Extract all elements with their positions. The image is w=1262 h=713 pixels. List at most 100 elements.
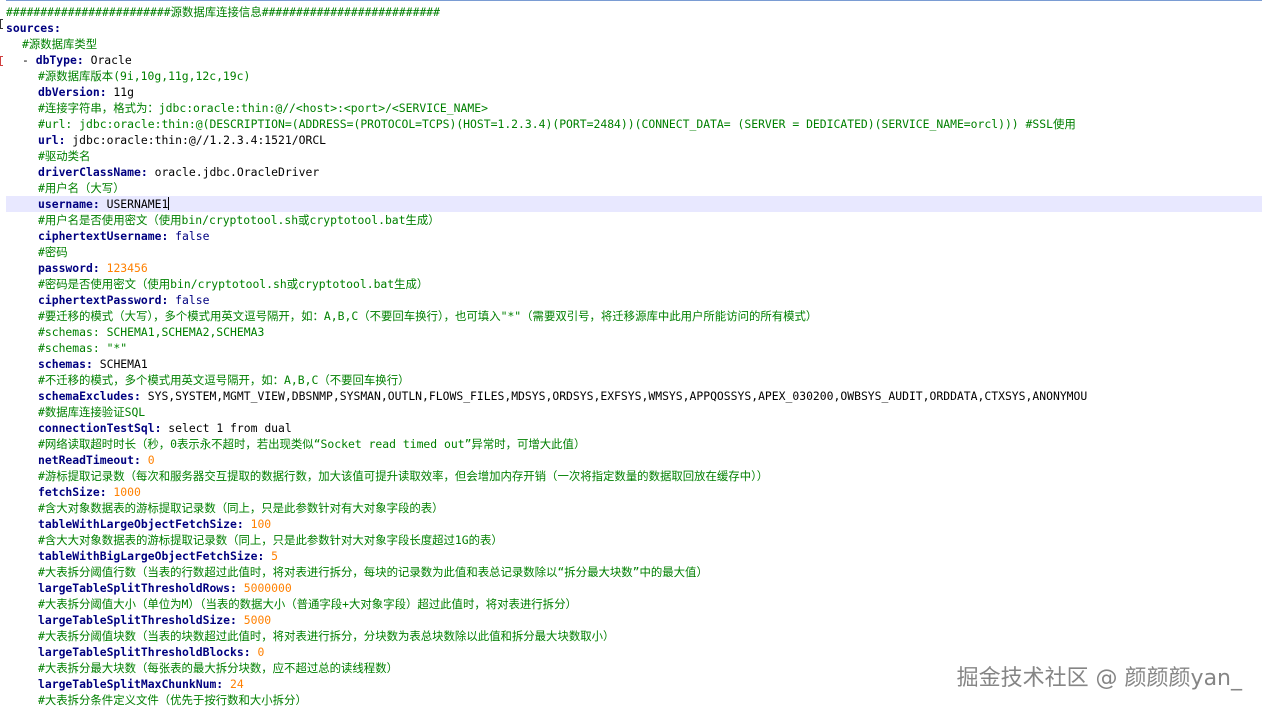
comment-line[interactable]: #含大大对象数据表的游标提取记录数（同上，只是此参数针对大对象字段长度超过1G的…: [6, 532, 1262, 548]
comment-line[interactable]: #源数据库类型: [6, 36, 1262, 52]
code-line[interactable]: url: jdbc:oracle:thin:@//1.2.3.4:1521/OR…: [6, 132, 1262, 148]
comment-text: #含大大对象数据表的游标提取记录数（同上，只是此参数针对大对象字段长度超过1G的…: [38, 533, 503, 547]
comment-line[interactable]: #驱动类名: [6, 148, 1262, 164]
yaml-value: 5000000: [236, 581, 292, 595]
code-line[interactable]: sources:: [6, 20, 1262, 36]
list-dash: -: [22, 53, 36, 67]
comment-text: #大表拆分最大块数（每张表的最大拆分块数，应不超过总的读线程数）: [38, 661, 398, 675]
yaml-value: SYS,SYSTEM,MGMT_VIEW,DBSNMP,SYSMAN,OUTLN…: [140, 389, 1088, 403]
yaml-value: false: [168, 229, 210, 243]
yaml-key: tableWithBigLargeObjectFetchSize:: [38, 549, 265, 563]
comment-line[interactable]: #源数据库版本(9i,10g,11g,12c,19c): [6, 68, 1262, 84]
comment-line[interactable]: #大表拆分阈值大小（单位为M）（当表的数据大小（普通字段+大对象字段）超过此值时…: [6, 596, 1262, 612]
comment-line[interactable]: #密码: [6, 244, 1262, 260]
comment-line[interactable]: #要迁移的模式（大写），多个模式用英文逗号隔开，如：A,B,C（不要回车换行），…: [6, 308, 1262, 324]
yaml-value: select 1 from dual: [161, 421, 292, 435]
code-line[interactable]: password: 123456: [6, 260, 1262, 276]
yaml-value: 123456: [99, 261, 148, 275]
yaml-value: 0: [250, 645, 265, 659]
comment-text: #要迁移的模式（大写），多个模式用英文逗号隔开，如：A,B,C（不要回车换行），…: [38, 309, 818, 323]
comment-line[interactable]: ########################源数据库连接信息########…: [6, 4, 1262, 20]
comment-line[interactable]: #schemas: SCHEMA1,SCHEMA2,SCHEMA3: [6, 324, 1262, 340]
code-line[interactable]: dbVersion: 11g: [6, 84, 1262, 100]
code-line[interactable]: ciphertextUsername: false: [6, 228, 1262, 244]
comment-line[interactable]: #连接字符串，格式为：jdbc:oracle:thin:@//<host>:<p…: [6, 100, 1262, 116]
yaml-key: driverClassName:: [38, 165, 148, 179]
comment-text: #用户名（大写）: [38, 181, 125, 195]
yaml-value: false: [168, 293, 210, 307]
comment-text: #用户名是否使用密文（使用bin/cryptotool.sh或cryptotoo…: [38, 213, 440, 227]
comment-text: #连接字符串，格式为：jdbc:oracle:thin:@//<host>:<p…: [38, 101, 488, 115]
comment-line[interactable]: #大表拆分阈值块数（当表的块数超过此值时，将对表进行拆分，分块数为表总块数除以此…: [6, 628, 1262, 644]
yaml-value: 5000: [236, 613, 272, 627]
yaml-key: dbType:: [35, 53, 84, 67]
yaml-key: largeTableSplitMaxChunkNum:: [38, 677, 224, 691]
yaml-key: largeTableSplitThresholdSize:: [38, 613, 237, 627]
comment-text: #源数据库版本(9i,10g,11g,12c,19c): [38, 69, 251, 83]
comment-line[interactable]: #用户名（大写）: [6, 180, 1262, 196]
yaml-value: 11g: [106, 85, 135, 99]
comment-text: #游标提取记录数（每次和服务器交互提取的数据行数，加大该值可提升读取效率，但会增…: [38, 469, 769, 483]
comment-text: #驱动类名: [38, 149, 91, 163]
yaml-key: schemas:: [38, 357, 93, 371]
comment-line[interactable]: #用户名是否使用密文（使用bin/cryptotool.sh或cryptotoo…: [6, 212, 1262, 228]
code-line[interactable]: fetchSize: 1000: [6, 484, 1262, 500]
yaml-value: 0: [140, 453, 155, 467]
comment-text: #大表拆分条件定义文件（优先于按行数和大小拆分）: [38, 693, 307, 707]
comment-line[interactable]: #大表拆分阈值行数（当表的行数超过此值时，将对表进行拆分，每块的记录数为此值和表…: [6, 564, 1262, 580]
yaml-key: username:: [38, 197, 100, 211]
comment-text: #密码: [38, 245, 68, 259]
yaml-key: schemaExcludes:: [38, 389, 141, 403]
yaml-value: 24: [223, 677, 244, 691]
yaml-key: ciphertextUsername:: [38, 229, 169, 243]
code-line[interactable]: schemas: SCHEMA1: [6, 356, 1262, 372]
code-line[interactable]: largeTableSplitThresholdBlocks: 0: [6, 644, 1262, 660]
comment-text: #大表拆分阈值大小（单位为M）（当表的数据大小（普通字段+大对象字段）超过此值时…: [38, 597, 577, 611]
code-line[interactable]: schemaExcludes: SYS,SYSTEM,MGMT_VIEW,DBS…: [6, 388, 1262, 404]
comment-line[interactable]: #大表拆分条件定义文件（优先于按行数和大小拆分）: [6, 692, 1262, 708]
yaml-value: Oracle: [83, 53, 132, 67]
code-line[interactable]: largeTableSplitThresholdSize: 5000: [6, 612, 1262, 628]
code-line[interactable]: driverClassName: oracle.jdbc.OracleDrive…: [6, 164, 1262, 180]
yaml-key: connectionTestSql:: [38, 421, 162, 435]
yaml-value: 5: [264, 549, 279, 563]
fold-marker-icon[interactable]: [0, 56, 3, 66]
yaml-key: netReadTimeout:: [38, 453, 141, 467]
code-line[interactable]: netReadTimeout: 0: [6, 452, 1262, 468]
yaml-key: dbVersion:: [38, 85, 107, 99]
code-editor[interactable]: ########################源数据库连接信息########…: [0, 0, 1262, 713]
yaml-key: ciphertextPassword:: [38, 293, 169, 307]
comment-line[interactable]: #含大对象数据表的游标提取记录数（同上，只是此参数针对有大对象字段的表）: [6, 500, 1262, 516]
code-line[interactable]: username: USERNAME1: [6, 196, 1262, 212]
comment-line[interactable]: #游标提取记录数（每次和服务器交互提取的数据行数，加大该值可提升读取效率，但会增…: [6, 468, 1262, 484]
code-line[interactable]: largeTableSplitThresholdRows: 5000000: [6, 580, 1262, 596]
code-line[interactable]: - dbType: Oracle: [6, 52, 1262, 68]
yaml-value: jdbc:oracle:thin:@//1.2.3.4:1521/ORCL: [65, 133, 327, 147]
comment-line[interactable]: #网络读取超时时长（秒，0表示永不超时，若出现类似“Socket read ti…: [6, 436, 1262, 452]
fold-marker-icon[interactable]: [0, 19, 3, 29]
code-line[interactable]: connectionTestSql: select 1 from dual: [6, 420, 1262, 436]
comment-text: #源数据库类型: [22, 37, 98, 51]
yaml-value: 100: [243, 517, 272, 531]
comment-text: #数据库连接验证SQL: [38, 405, 146, 419]
editor-top-border: [0, 0, 1262, 1]
code-line[interactable]: tableWithBigLargeObjectFetchSize: 5: [6, 548, 1262, 564]
yaml-value: USERNAME1: [99, 197, 169, 211]
comment-line[interactable]: #不迁移的模式，多个模式用英文逗号隔开，如：A,B,C（不要回车换行）: [6, 372, 1262, 388]
comment-text: #schemas: "*": [38, 341, 128, 355]
yaml-key: sources:: [6, 21, 61, 35]
comment-line[interactable]: #数据库连接验证SQL: [6, 404, 1262, 420]
comment-text: #schemas: SCHEMA1,SCHEMA2,SCHEMA3: [38, 325, 265, 339]
comment-line[interactable]: #url: jdbc:oracle:thin:@(DESCRIPTION=(AD…: [6, 116, 1262, 132]
yaml-key: fetchSize:: [38, 485, 107, 499]
yaml-key: tableWithLargeObjectFetchSize:: [38, 517, 244, 531]
comment-text: #含大对象数据表的游标提取记录数（同上，只是此参数针对有大对象字段的表）: [38, 501, 444, 515]
comment-text: ########################源数据库连接信息########…: [6, 5, 441, 19]
comment-text: #大表拆分阈值行数（当表的行数超过此值时，将对表进行拆分，每块的记录数为此值和表…: [38, 565, 708, 579]
comment-line[interactable]: #密码是否使用密文（使用bin/cryptotool.sh或cryptotool…: [6, 276, 1262, 292]
code-line[interactable]: tableWithLargeObjectFetchSize: 100: [6, 516, 1262, 532]
text-caret: [168, 197, 170, 210]
code-line[interactable]: ciphertextPassword: false: [6, 292, 1262, 308]
comment-line[interactable]: #schemas: "*": [6, 340, 1262, 356]
comment-text: #不迁移的模式，多个模式用英文逗号隔开，如：A,B,C（不要回车换行）: [38, 373, 410, 387]
